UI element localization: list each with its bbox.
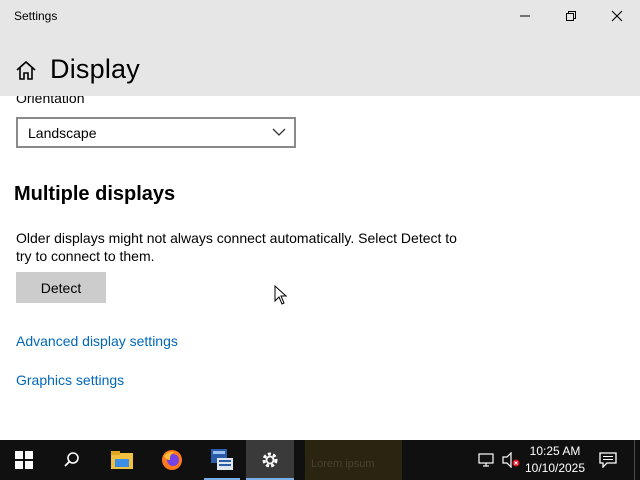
orientation-dropdown[interactable]: Landscape: [16, 117, 296, 148]
minimize-button[interactable]: [502, 0, 548, 32]
home-button[interactable]: [14, 59, 38, 83]
home-icon: [16, 60, 36, 80]
multiple-displays-description: Older displays might not always connect …: [16, 230, 457, 264]
settings-icon: [262, 452, 278, 468]
action-center-button[interactable]: [594, 440, 622, 480]
search-icon: [64, 452, 79, 467]
show-desktop-button[interactable]: [634, 440, 640, 480]
minimize-icon: [520, 15, 530, 17]
volume-muted-icon: [502, 452, 520, 468]
restore-icon: [566, 11, 576, 21]
clock-date: 10/10/2025: [524, 461, 586, 475]
multiple-displays-heading: Multiple displays: [14, 183, 176, 205]
network-icon: [478, 453, 494, 467]
mouse-cursor-icon: [274, 285, 288, 305]
close-icon: [611, 10, 623, 22]
ghost-app-label: Lorem ipsum: [311, 458, 375, 470]
file-explorer-button[interactable]: [98, 440, 146, 480]
notification-icon: [599, 452, 617, 468]
settings-button[interactable]: [246, 440, 294, 480]
window-title: Settings: [14, 9, 58, 23]
restore-button[interactable]: [548, 0, 594, 32]
taskbar-ghost-app[interactable]: Lorem ipsum: [305, 440, 402, 480]
firefox-button[interactable]: [148, 440, 196, 480]
taskbar: Lorem ipsum 10:25 AM 10/10/2025: [0, 440, 640, 480]
graphics-settings-link[interactable]: Graphics settings: [16, 372, 124, 388]
firefox-icon: [162, 450, 182, 470]
orientation-label: Orientation: [16, 96, 85, 106]
clock-time: 10:25 AM: [529, 444, 581, 458]
volume-tray-button[interactable]: [500, 440, 522, 480]
start-icon: [15, 451, 33, 469]
network-tray-button[interactable]: [476, 440, 498, 480]
detect-button[interactable]: Detect: [16, 272, 106, 303]
chevron-down-icon: [272, 128, 286, 136]
title-bar: Settings: [0, 0, 640, 32]
terminal-button[interactable]: [198, 440, 246, 480]
orientation-value: Landscape: [28, 125, 97, 141]
start-button[interactable]: [0, 440, 48, 480]
close-button[interactable]: [594, 0, 640, 32]
file-explorer-icon: [111, 451, 133, 469]
terminal-icon: [211, 449, 233, 470]
page-title: Display: [50, 54, 140, 84]
search-button[interactable]: [48, 440, 96, 480]
advanced-display-settings-link[interactable]: Advanced display settings: [16, 333, 178, 349]
taskbar-clock[interactable]: 10:25 AM 10/10/2025: [522, 443, 588, 477]
settings-content: Orientation Landscape Multiple displays …: [0, 96, 640, 440]
page-header: Display: [0, 32, 640, 96]
